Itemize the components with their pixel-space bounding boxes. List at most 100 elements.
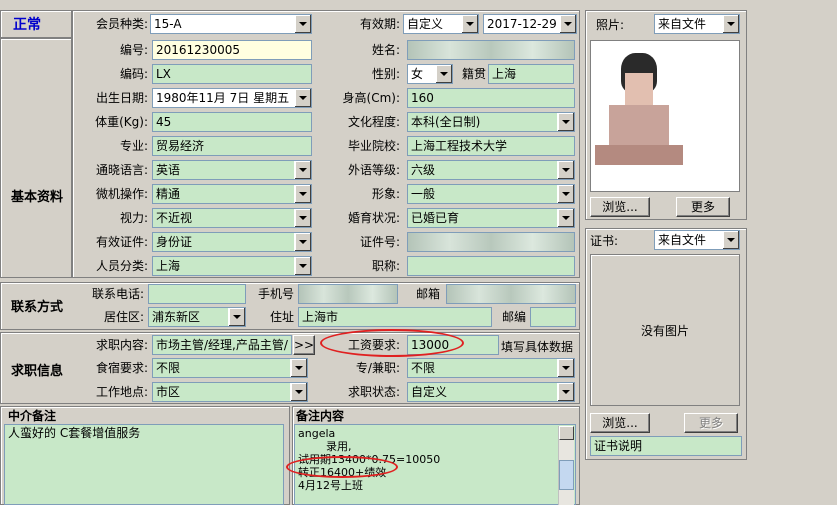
cert-source-select[interactable]: 来自文件 <box>654 230 740 250</box>
zip-field[interactable] <box>530 307 576 327</box>
member-field[interactable]: 20161230005 <box>152 40 312 60</box>
parttime-select[interactable]: 不限 <box>407 358 575 378</box>
chevron-down-icon[interactable] <box>557 113 574 131</box>
code-field[interactable]: LX <box>152 64 312 84</box>
gender-select[interactable]: 女 <box>407 64 453 84</box>
chevron-down-icon[interactable] <box>294 257 311 275</box>
native-label: 籍贯 <box>461 67 486 81</box>
major-field[interactable]: 贸易经济 <box>152 136 312 156</box>
chevron-down-icon[interactable] <box>294 209 311 227</box>
location-select[interactable]: 市区 <box>152 382 308 402</box>
certtype-value: 身份证 <box>156 235 193 249</box>
chevron-down-icon[interactable] <box>294 233 311 251</box>
chevron-down-icon[interactable] <box>557 185 574 203</box>
title-label: 职称: <box>371 259 400 273</box>
email-label: 邮箱 <box>415 287 440 301</box>
foreign-select[interactable]: 六级 <box>407 160 575 180</box>
school-value: 上海工程技术大学 <box>411 139 508 153</box>
edu-label: 文化程度: <box>347 115 400 129</box>
photo-more-button[interactable]: 更多 <box>676 197 730 217</box>
job-state-select[interactable]: 自定义 <box>407 382 575 402</box>
vision-select[interactable]: 不近视 <box>152 208 312 228</box>
chevron-down-icon[interactable] <box>722 231 739 249</box>
district-value: 浦东新区 <box>152 310 201 324</box>
look-value: 一般 <box>411 187 436 201</box>
remark-title: 备注内容 <box>296 409 345 423</box>
gender-value: 女 <box>411 67 424 81</box>
highlight-remark-circle <box>286 456 398 478</box>
gender-label: 性别: <box>371 67 400 81</box>
photo-label: 照片: <box>596 18 625 32</box>
certtype-select[interactable]: 身份证 <box>152 232 312 252</box>
lang-value: 英语 <box>156 163 181 177</box>
name-field[interactable] <box>407 40 575 60</box>
weight-field[interactable]: 45 <box>152 112 312 132</box>
category-label: 人员分类: <box>95 259 148 273</box>
cert-no-image: 没有图片 <box>640 324 689 338</box>
chevron-down-icon[interactable] <box>290 383 307 401</box>
school-field[interactable]: 上海工程技术大学 <box>407 136 575 156</box>
parttime-value: 不限 <box>411 361 436 375</box>
foreign-label: 外语等级: <box>347 163 400 177</box>
code-label: 编码: <box>119 67 148 81</box>
address-label: 住址 <box>269 310 294 324</box>
chevron-down-icon[interactable] <box>294 89 311 107</box>
location-label: 工作地点: <box>95 385 148 399</box>
mobile-field[interactable] <box>298 284 398 304</box>
location-value: 市区 <box>156 385 181 399</box>
chevron-down-icon[interactable] <box>557 161 574 179</box>
chevron-down-icon[interactable] <box>557 383 574 401</box>
pc-label: 微机操作: <box>95 187 148 201</box>
height-label: 身高(Cm): <box>342 91 400 105</box>
board-select[interactable]: 不限 <box>152 358 308 378</box>
look-label: 形象: <box>371 187 400 201</box>
marital-select[interactable]: 已婚已育 <box>407 208 575 228</box>
scroll-thumb[interactable] <box>559 460 574 490</box>
birth-select[interactable]: 1980年11月 7日 星期五 <box>152 88 312 108</box>
category-value: 上海 <box>156 259 181 273</box>
agent-note-title: 中介备注 <box>8 409 57 423</box>
basic-info-title: 基本资料 <box>10 190 63 205</box>
native-value: 上海 <box>492 67 517 81</box>
foreign-value: 六级 <box>411 163 436 177</box>
remark-scrollbar[interactable] <box>558 426 574 505</box>
lang-select[interactable]: 英语 <box>152 160 312 180</box>
job-target-value: 市场主管/经理,产品主管/ <box>156 338 288 352</box>
zip-label: 邮编 <box>501 310 526 324</box>
district-label: 居住区: <box>103 310 144 324</box>
agent-note-textarea[interactable]: 人蛮好的 C套餐增值服务 <box>4 424 284 505</box>
height-field[interactable]: 160 <box>407 88 575 108</box>
look-select[interactable]: 一般 <box>407 184 575 204</box>
address-value: 上海市 <box>302 310 339 324</box>
job-target-field[interactable]: 市场主管/经理,产品主管/ <box>152 335 292 355</box>
phone-field[interactable] <box>148 284 246 304</box>
cert-desc-field[interactable]: 证书说明 <box>590 436 742 456</box>
cert-browse-button[interactable]: 浏览... <box>590 413 650 433</box>
photo-source-select[interactable]: 来自文件 <box>654 14 740 34</box>
chevron-down-icon[interactable] <box>294 185 311 203</box>
chevron-down-icon[interactable] <box>228 308 245 326</box>
pc-select[interactable]: 精通 <box>152 184 312 204</box>
edu-select[interactable]: 本科(全日制) <box>407 112 575 132</box>
photo-browse-button[interactable]: 浏览... <box>590 197 650 217</box>
category-select[interactable]: 上海 <box>152 256 312 276</box>
chevron-down-icon[interactable] <box>294 161 311 179</box>
weight-value: 45 <box>156 115 172 129</box>
job-title: 求职信息 <box>10 364 63 379</box>
chevron-down-icon[interactable] <box>290 359 307 377</box>
email-field[interactable] <box>446 284 576 304</box>
chevron-down-icon[interactable] <box>435 65 452 83</box>
job-target-more-button[interactable]: >> <box>293 335 315 355</box>
address-field[interactable]: 上海市 <box>298 307 492 327</box>
district-select[interactable]: 浦东新区 <box>148 307 246 327</box>
remark-line: 4月12号上班 <box>298 479 363 492</box>
cert_no-field[interactable] <box>407 232 575 252</box>
marital-value: 已婚已育 <box>411 211 460 225</box>
basic-info-group <box>0 38 72 278</box>
scroll-up-button[interactable] <box>559 426 574 440</box>
native-field[interactable]: 上海 <box>488 64 574 84</box>
chevron-down-icon[interactable] <box>557 359 574 377</box>
chevron-down-icon[interactable] <box>722 15 739 33</box>
chevron-down-icon[interactable] <box>557 209 574 227</box>
title-field[interactable] <box>407 256 575 276</box>
